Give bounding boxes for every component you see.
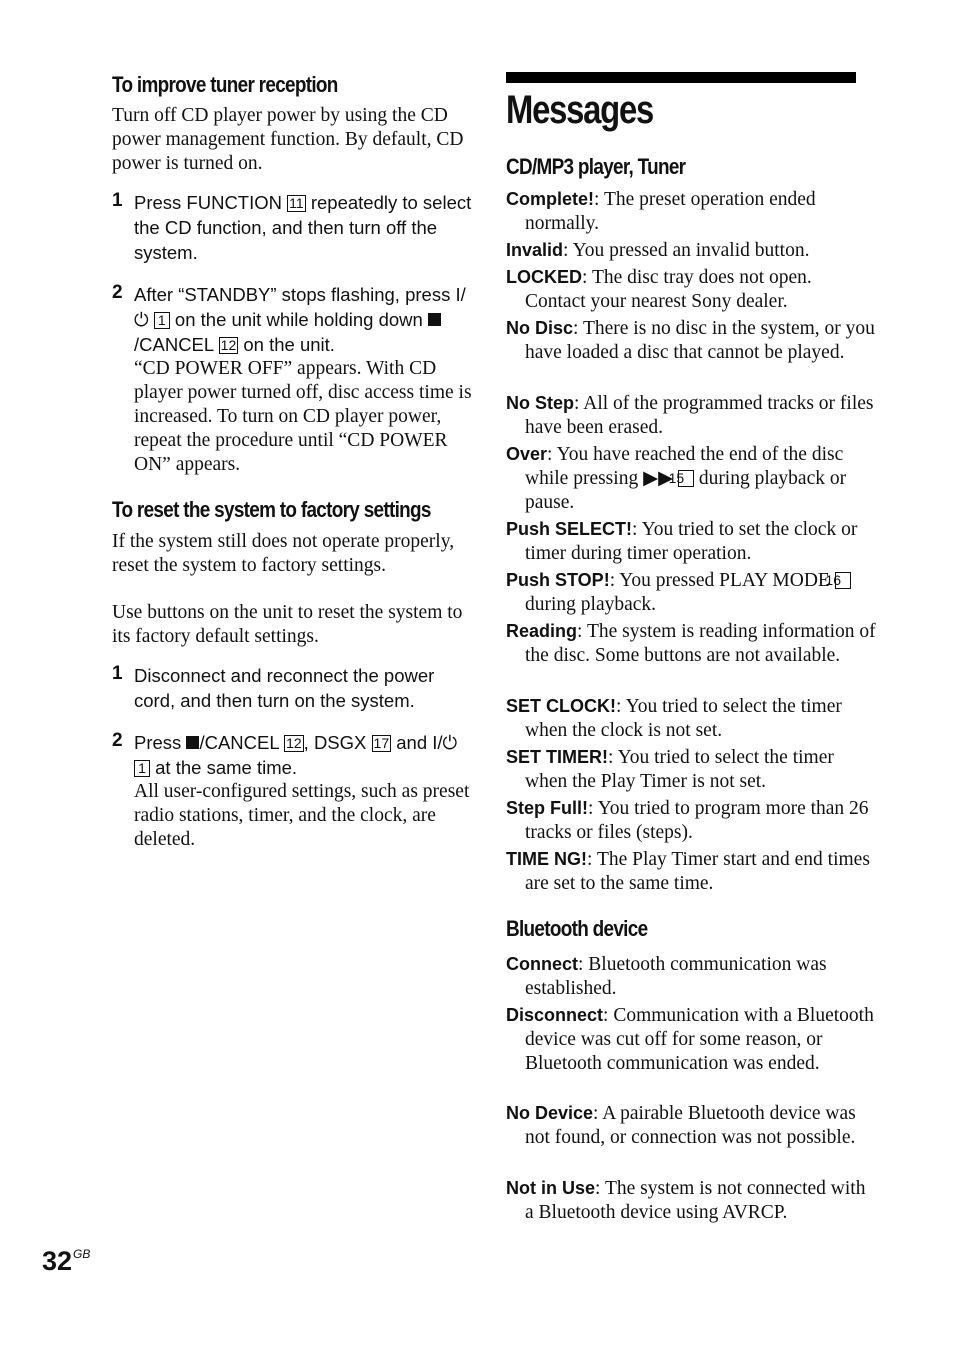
step-1: 1 Press FUNCTION 11 repeatedly to select… (112, 190, 472, 263)
message-entry: Push SELECT!: You tried to set the clock… (506, 517, 877, 566)
message-term: Not in Use (506, 1178, 596, 1198)
message-term: SET TIMER! (506, 747, 608, 767)
button-index-box: 1 (134, 760, 150, 777)
step-number: 1 (112, 190, 123, 211)
section-rule (506, 72, 856, 83)
message-term: No Disc (506, 318, 574, 338)
message-entry: Push STOP!: You pressed PLAY MODE 16 dur… (506, 568, 877, 617)
message-term: Push STOP! (506, 570, 610, 590)
message-term: Push SELECT! (506, 519, 633, 539)
message-entry: No Disc: There is no disc in the system,… (506, 316, 877, 365)
message-term: Connect (506, 954, 578, 974)
factory-reset-intro: If the system still does not operate pro… (112, 531, 455, 576)
reset-step-1: 1 Disconnect and reconnect the power cor… (112, 663, 435, 711)
message-entry: No Device: A pairable Bluetooth device w… (506, 1101, 877, 1150)
factory-reset-intro-2: Use buttons on the unit to reset the sys… (112, 602, 463, 647)
message-description: : You pressed PLAY MODE (609, 570, 835, 591)
message-term: No Device (506, 1103, 594, 1123)
reset-step-2: 2 Press /CANCEL 12, DSGX 17 and I/⏻ 1 at… (112, 730, 472, 852)
message-term: Complete! (506, 189, 595, 209)
button-index-box: 15 (669, 470, 694, 487)
button-index-box: 11 (287, 195, 306, 212)
page-number: 32GB (42, 1246, 91, 1276)
message-entry: Reading: The system is reading informati… (506, 619, 877, 668)
heading-bluetooth: Bluetooth device (506, 916, 648, 941)
message-entry: Not in Use: The system is not connected … (506, 1176, 877, 1225)
message-entry: Disconnect: Communication with a Bluetoo… (506, 1003, 877, 1076)
stop-icon (186, 736, 200, 749)
message-entry: Complete!: The preset operation ended no… (506, 187, 877, 236)
message-term: Disconnect (506, 1005, 604, 1025)
button-index-box: 16 (825, 572, 851, 589)
button-index-box: 17 (371, 735, 392, 752)
page-suffix: GB (73, 1247, 91, 1261)
message-entry: TIME NG!: The Play Timer start and end t… (506, 847, 877, 896)
message-term: LOCKED (506, 267, 582, 287)
button-index-box: 1 (153, 312, 170, 329)
heading-cd-mp3-tuner: CD/MP3 player, Tuner (506, 154, 686, 179)
step-2: 2 After “STANDBY” stops flashing, press … (112, 282, 472, 475)
message-entry: LOCKED: The disc tray does not open. Con… (506, 265, 877, 314)
message-entry: No Step: All of the programmed tracks or… (506, 391, 877, 440)
step-number: 2 (112, 282, 123, 303)
step-number: 2 (112, 730, 123, 751)
message-term: SET CLOCK! (506, 696, 616, 716)
message-term: TIME NG! (506, 849, 587, 869)
message-term: Invalid (506, 240, 564, 260)
message-description: : The system is reading information of t… (525, 621, 876, 666)
message-entry: Step Full!: You tried to program more th… (506, 796, 877, 845)
button-index-box: 12 (218, 337, 239, 354)
heading-factory-reset: To reset the system to factory settings (112, 497, 431, 522)
stop-icon (427, 313, 441, 326)
message-term: Over (506, 444, 548, 464)
step-note: “CD POWER OFF” appears. With CD player p… (134, 358, 472, 475)
message-term: Step Full! (506, 798, 588, 818)
message-description: : You pressed an invalid button. (563, 240, 810, 261)
message-term: No Step (506, 393, 575, 413)
step-number: 1 (112, 663, 123, 684)
message-entry: SET TIMER!: You tried to select the time… (506, 745, 877, 794)
step-note: All user-configured settings, such as pr… (134, 781, 470, 850)
message-description: : There is no disc in the system, or you… (525, 318, 875, 363)
message-entry: Connect: Bluetooth communication was est… (506, 952, 877, 1001)
page-title: Messages (506, 88, 654, 132)
message-term: Reading (506, 621, 578, 641)
improve-tuner-intro: Turn off CD player power by using the CD… (112, 105, 464, 174)
message-entry: Invalid: You pressed an invalid button. (506, 238, 877, 263)
message-entry: SET CLOCK!: You tried to select the time… (506, 694, 877, 743)
button-index-box: 12 (284, 735, 304, 752)
heading-improve-tuner: To improve tuner reception (112, 72, 338, 97)
message-description: : All of the programmed tracks or files … (525, 393, 874, 438)
message-entry: Over: You have reached the end of the di… (506, 444, 847, 513)
